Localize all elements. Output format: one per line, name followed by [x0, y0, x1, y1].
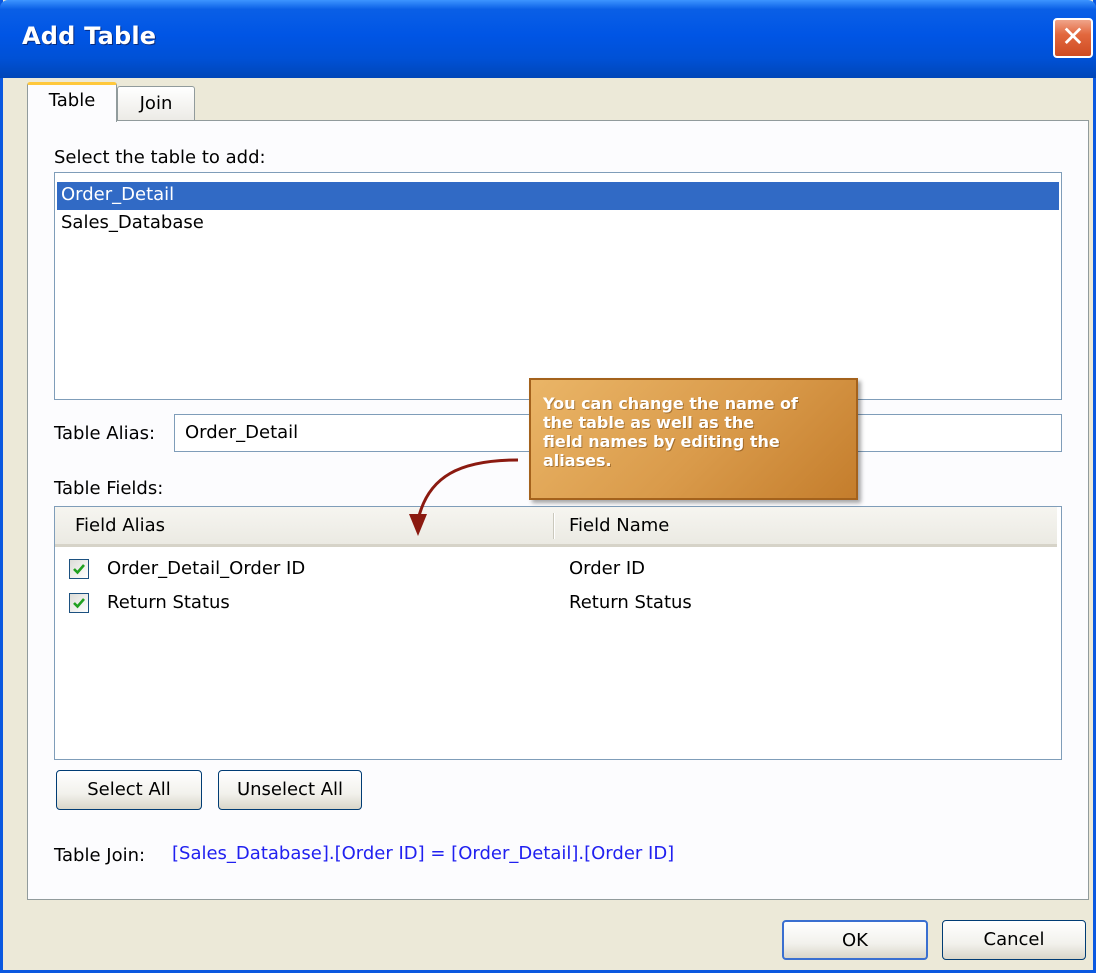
field-name-cell: Return Status [569, 592, 692, 613]
field-name-cell: Order ID [569, 558, 646, 579]
checkmark-icon [73, 564, 85, 575]
table-row: Order_Detail_Order ID Order ID [55, 554, 1055, 586]
field-alias-cell[interactable]: Return Status [107, 588, 230, 620]
table-join-expression: [Sales_Database].[Order ID] = [Order_Det… [172, 843, 675, 864]
table-alias-label: Table Alias: [54, 423, 156, 444]
field-checkbox[interactable] [69, 559, 89, 579]
checkmark-icon [73, 598, 85, 609]
callout-line: field names by editing the [543, 432, 780, 451]
select-table-label: Select the table to add: [54, 147, 266, 168]
table-row: Return Status Return Status [55, 588, 1055, 620]
callout-line: You can change the name of [543, 394, 798, 413]
fields-grid[interactable]: Field Alias Field Name Order_Detail_Orde… [54, 506, 1062, 760]
grid-header: Field Alias Field Name [55, 507, 1057, 547]
ok-button[interactable]: OK [782, 920, 928, 960]
cancel-button[interactable]: Cancel [942, 920, 1086, 960]
tab-table[interactable]: Table [27, 82, 117, 122]
list-item-order-detail[interactable]: Order_Detail [57, 182, 1059, 210]
field-checkbox[interactable] [69, 593, 89, 613]
callout-line: aliases. [543, 451, 612, 470]
dialog-title: Add Table [22, 22, 157, 50]
table-join-label: Table Join: [54, 845, 146, 866]
column-header-field-alias[interactable]: Field Alias [75, 507, 165, 544]
column-header-field-name[interactable]: Field Name [569, 507, 669, 544]
field-alias-cell[interactable]: Order_Detail_Order ID [107, 554, 305, 586]
title-bar[interactable]: Add Table ✕ [0, 0, 1096, 78]
callout-arrow-icon [409, 458, 519, 536]
tip-callout: You can change the name of the table as … [529, 378, 858, 500]
column-divider[interactable] [553, 513, 554, 539]
select-all-button[interactable]: Select All [56, 770, 202, 810]
unselect-all-button[interactable]: Unselect All [218, 770, 362, 810]
close-icon[interactable]: ✕ [1053, 18, 1093, 58]
table-listbox[interactable]: Order_Detail Sales_Database [54, 172, 1062, 400]
tab-join[interactable]: Join [117, 86, 195, 120]
table-fields-label: Table Fields: [54, 478, 164, 499]
list-item-sales-database[interactable]: Sales_Database [57, 210, 204, 238]
callout-line: the table as well as the [543, 413, 755, 432]
